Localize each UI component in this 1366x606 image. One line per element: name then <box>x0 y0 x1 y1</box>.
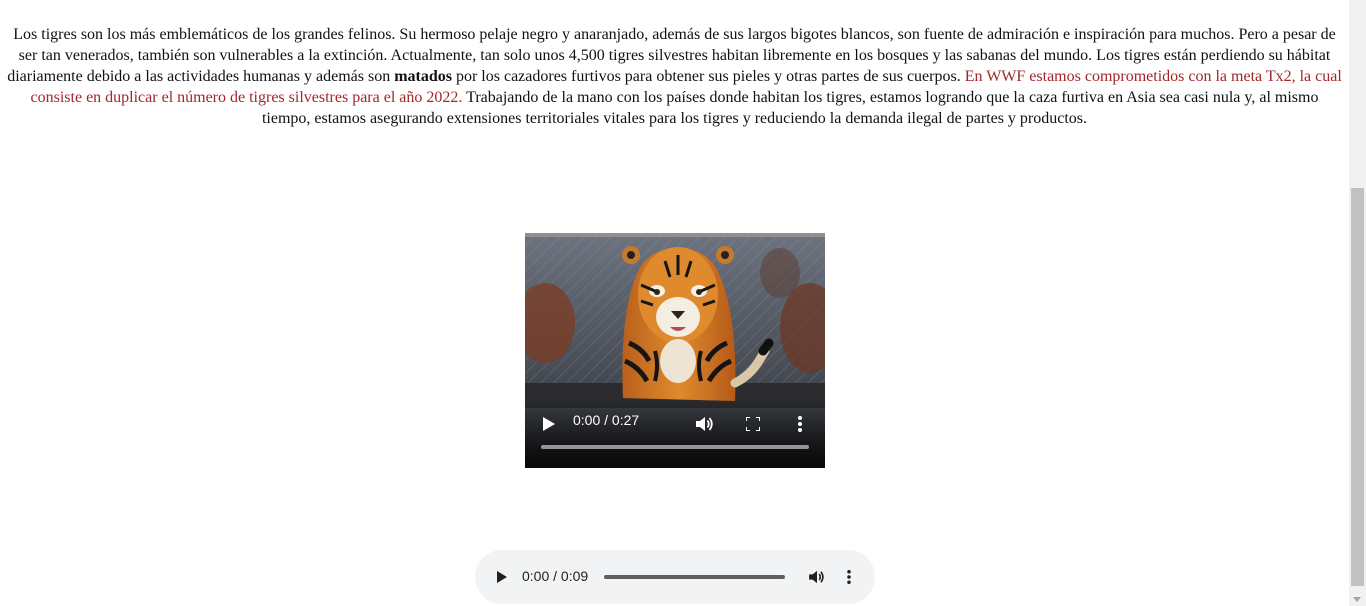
audio-volume-button[interactable] <box>806 566 828 588</box>
video-progress-track[interactable] <box>541 445 809 449</box>
fullscreen-icon <box>746 417 760 431</box>
video-fullscreen-button[interactable] <box>742 413 764 435</box>
video-play-button[interactable] <box>539 414 559 434</box>
page: Los tigres son los más emblemáticos de l… <box>0 0 1349 606</box>
audio-time-display: 0:00 / 0:09 <box>522 568 589 584</box>
scrollbar-thumb[interactable] <box>1351 188 1364 586</box>
more-options-icon <box>847 570 851 584</box>
scroll-down-arrow-icon[interactable] <box>1353 597 1361 602</box>
audio-more-options-button[interactable] <box>839 566 859 588</box>
audio-player[interactable]: 0:00 / 0:09 <box>475 550 875 604</box>
video-more-options-button[interactable] <box>790 413 810 435</box>
volume-icon <box>696 417 713 431</box>
video-player[interactable]: 0:00 / 0:27 <box>525 233 825 468</box>
article-bold-word: matados <box>394 68 452 85</box>
article-text-part2: por los cazadores furtivos para obtener … <box>451 68 965 85</box>
video-controls-bar: 0:00 / 0:27 <box>525 402 825 468</box>
article-paragraph: Los tigres son los más emblemáticos de l… <box>6 24 1343 129</box>
play-icon <box>543 417 555 431</box>
volume-icon <box>809 570 824 584</box>
more-options-icon <box>798 416 802 432</box>
video-time-display: 0:00 / 0:27 <box>573 412 640 428</box>
page-scrollbar[interactable] <box>1349 0 1366 606</box>
play-icon <box>497 571 507 583</box>
video-volume-button[interactable] <box>694 413 716 435</box>
audio-progress-track[interactable] <box>604 575 785 579</box>
audio-play-button[interactable] <box>492 567 512 587</box>
